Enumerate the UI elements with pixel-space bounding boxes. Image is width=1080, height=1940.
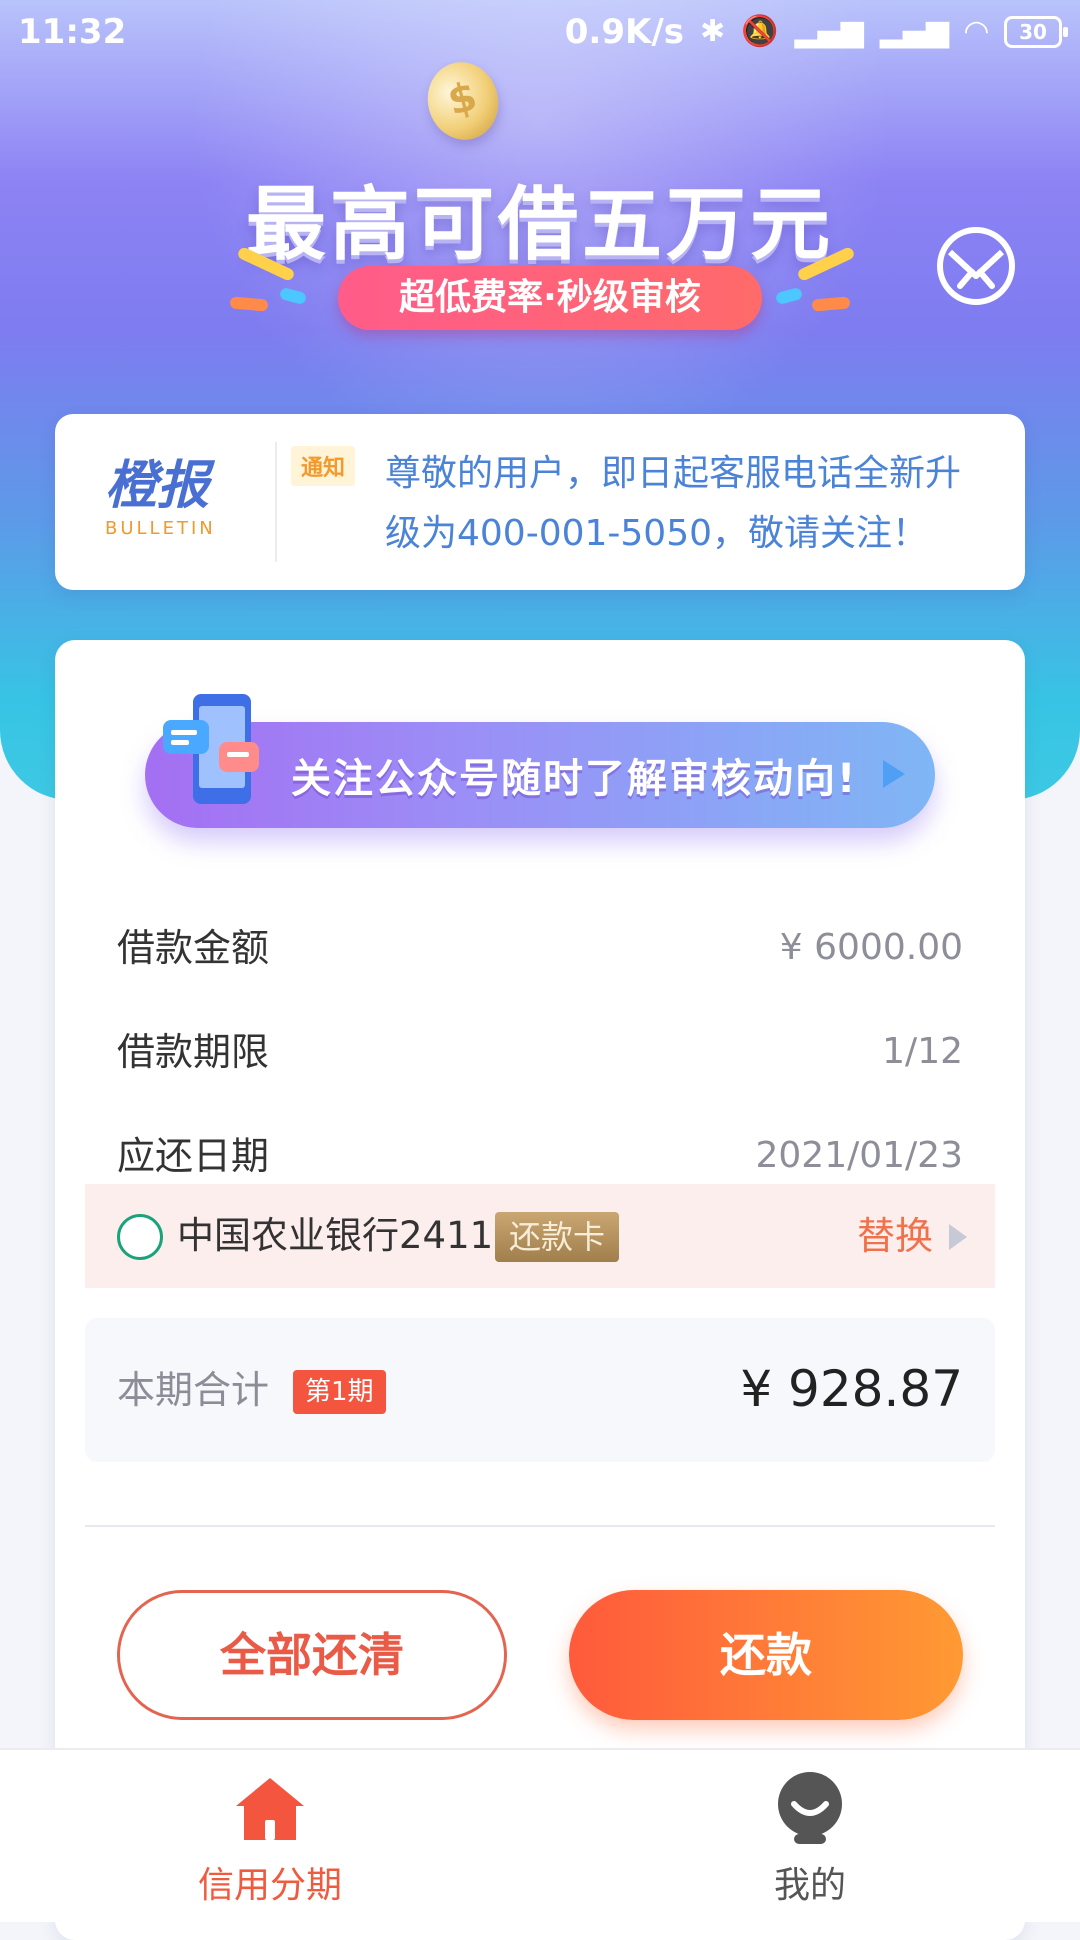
bottom-tab-bar: 信用分期 我的 — [0, 1748, 1080, 1922]
due-date-row: 应还日期 2021/01/23 — [117, 1126, 963, 1186]
repayment-card-row[interactable]: 中国农业银行2411 还款卡 替换 — [85, 1184, 995, 1288]
network-speed: 0.9K/s — [564, 12, 684, 52]
loan-amount-row: 借款金额 ¥ 6000.00 — [117, 918, 963, 978]
bulletin-logo-en: BULLETIN — [105, 518, 216, 539]
status-icons: 0.9K/s ✱ 🔕 ▂▄▆ ▂▄▆ ◠ 30 — [564, 12, 1068, 52]
repayment-card-badge: 还款卡 — [495, 1212, 619, 1262]
status-time: 11:32 — [18, 12, 127, 52]
pay-all-button[interactable]: 全部还清 — [117, 1590, 507, 1720]
profile-icon — [778, 1772, 842, 1844]
loan-amount-label: 借款金额 — [117, 926, 270, 970]
home-icon — [236, 1778, 304, 1840]
bulletin-logo: 橙报 BULLETIN — [105, 456, 245, 539]
follow-banner-text: 关注公众号随时了解审核动向! — [291, 756, 858, 802]
bulletin-text: 尊敬的用户，即日起客服电话全新升级为400-001-5050，敬请关注！ — [385, 453, 962, 554]
phone-chat-icon — [163, 694, 259, 804]
loan-amount-value: ¥ 6000.00 — [779, 927, 963, 968]
tab-label: 信用分期 — [197, 1865, 342, 1906]
signal-hd-icon: ▂▄▆ — [879, 14, 949, 49]
due-date-value: 2021/01/23 — [755, 1135, 964, 1176]
notice-tag: 通知 — [291, 446, 356, 486]
period-badge: 第1期 — [293, 1370, 386, 1414]
bulletin-card[interactable]: 橙报 BULLETIN 通知 尊敬的用户，即日起客服电话全新升级为400-001… — [55, 414, 1025, 590]
chevron-right-icon — [949, 1224, 967, 1250]
wifi-icon: ◠ — [964, 14, 988, 49]
period-total-label: 本期合计 — [117, 1368, 270, 1412]
due-date-label: 应还日期 — [117, 1134, 270, 1178]
loan-card: 关注公众号随时了解审核动向! 借款金额 ¥ 6000.00 借款期限 1/12 … — [55, 640, 1025, 1940]
bank-name: 中国农业银行2411 — [177, 1214, 494, 1257]
battery-icon: 30 — [1004, 16, 1068, 48]
bulletin-logo-cn: 橙报 — [105, 456, 210, 516]
loan-term-label: 借款期限 — [117, 1030, 270, 1074]
arrow-right-icon — [883, 760, 905, 788]
hero-headline: 最高可借五万元 — [246, 178, 834, 271]
switch-card-button[interactable]: 替换 — [857, 1206, 933, 1266]
tab-me[interactable]: 我的 — [660, 1750, 960, 1922]
loan-term-row: 借款期限 1/12 — [117, 1022, 963, 1082]
tab-credit-installment[interactable]: 信用分期 — [120, 1750, 420, 1922]
repay-button[interactable]: 还款 — [569, 1590, 963, 1720]
period-total-amount: ¥ 928.87 — [740, 1360, 963, 1418]
bluetooth-icon: ✱ — [699, 14, 726, 49]
hero-pill: 超低费率·秒级审核 — [338, 266, 762, 330]
tab-label: 我的 — [773, 1865, 846, 1906]
signal-icon: ▂▄▆ — [794, 14, 864, 49]
period-total-box: 本期合计 第1期 ¥ 928.87 — [85, 1318, 995, 1462]
loan-term-value: 1/12 — [882, 1031, 963, 1072]
bank-logo-icon — [117, 1214, 163, 1260]
mute-icon: 🔕 — [741, 14, 779, 49]
status-bar: 11:32 0.9K/s ✱ 🔕 ▂▄▆ ▂▄▆ ◠ 30 — [0, 0, 1080, 66]
divider — [85, 1525, 995, 1527]
bulletin-divider — [275, 442, 277, 562]
message-icon[interactable] — [936, 226, 1016, 306]
